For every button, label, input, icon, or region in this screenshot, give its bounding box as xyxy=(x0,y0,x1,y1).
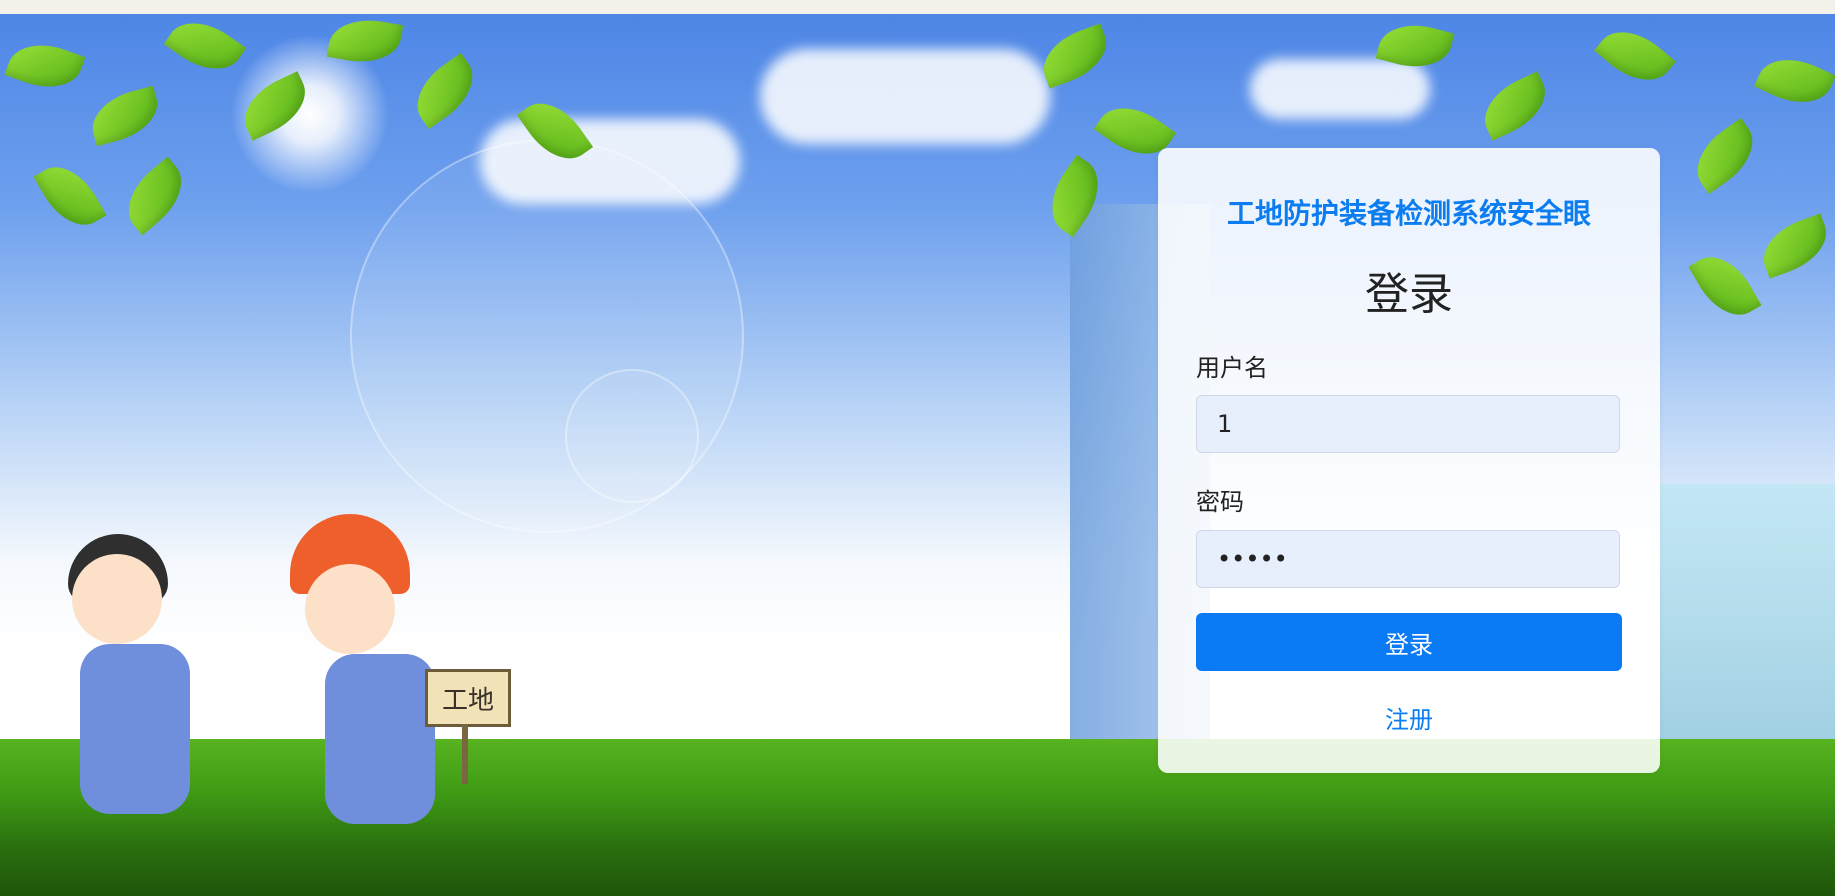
lens-flare-small xyxy=(565,369,699,503)
password-value: ••••• xyxy=(1217,545,1288,573)
login-card: 工地防护装备检测系统安全眼 登录 用户名 1 密码 ••••• 登录 注册 xyxy=(1158,148,1660,773)
register-link[interactable]: 注册 xyxy=(1158,700,1660,735)
leaf-decoration xyxy=(1754,213,1835,279)
worker-illustration xyxy=(60,534,260,864)
password-input[interactable]: ••••• xyxy=(1196,530,1620,588)
sign-text: 工地 xyxy=(441,685,494,716)
login-heading: 登录 xyxy=(1365,269,1453,320)
username-value: 1 xyxy=(1217,410,1233,438)
leaf-decoration xyxy=(1034,23,1116,89)
username-input[interactable]: 1 xyxy=(1196,395,1620,453)
leaf-decoration xyxy=(33,154,107,238)
leaf-decoration xyxy=(1473,71,1557,141)
background-structure xyxy=(1660,484,1835,744)
leaf-decoration xyxy=(1753,46,1835,116)
leaf-decoration xyxy=(85,85,165,147)
password-label: 密码 xyxy=(1196,488,1244,516)
construction-sign: 工地 xyxy=(425,669,511,727)
app-title: 工地防护装备检测系统安全眼 xyxy=(1226,197,1591,230)
leaf-decoration xyxy=(4,33,86,99)
leaf-decoration xyxy=(1594,16,1676,96)
sign-post xyxy=(462,724,468,784)
cloud xyxy=(760,49,1050,144)
leaf-decoration xyxy=(1688,244,1762,328)
cloud xyxy=(1250,59,1430,119)
login-button[interactable]: 登录 xyxy=(1196,613,1622,671)
cloud xyxy=(480,119,740,204)
leaf-decoration xyxy=(163,14,247,85)
leaf-decoration xyxy=(1683,117,1767,195)
leaf-decoration xyxy=(114,156,196,236)
leaf-decoration xyxy=(403,52,487,130)
browser-top-strip xyxy=(0,0,1835,14)
username-label: 用户名 xyxy=(1196,354,1268,382)
login-button-label: 登录 xyxy=(1385,630,1433,659)
